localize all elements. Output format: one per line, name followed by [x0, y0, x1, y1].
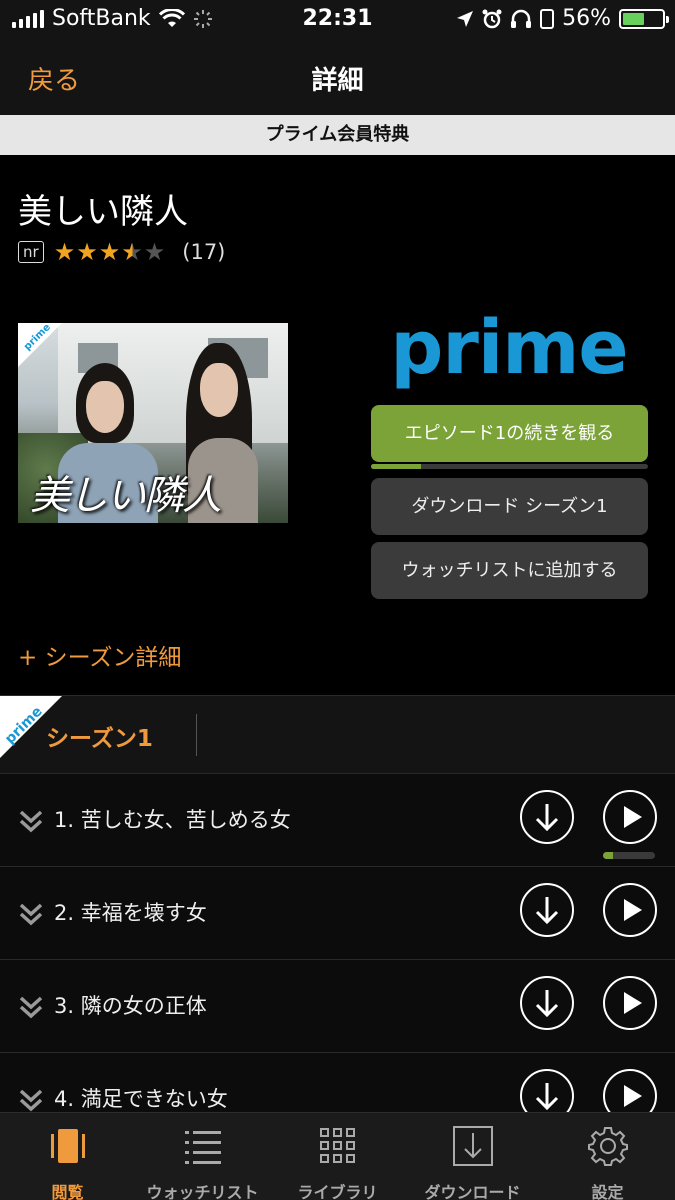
episode-title: 3. 隣の女の正体 — [54, 994, 207, 1018]
star-empty-icon: ★ — [143, 238, 167, 266]
season-tabs: prime シーズン1 — [0, 695, 675, 774]
episode-title: 4. 満足できない女 — [54, 1087, 228, 1111]
maturity-badge: nr — [18, 241, 44, 263]
download-arrow-icon — [535, 804, 559, 832]
episode-download-button[interactable] — [520, 976, 574, 1030]
episode-progress-bar — [603, 852, 655, 859]
watchlist-icon — [185, 1131, 221, 1164]
list-item[interactable]: 2. 幸福を壊す女 — [0, 867, 675, 960]
chevron-down-icon[interactable] — [18, 1087, 44, 1113]
thumbnail-title-art: 美しい隣人 — [30, 473, 222, 519]
download-season-button[interactable]: ダウンロード シーズン1 — [371, 478, 648, 535]
tab-label: 閲覧 — [51, 1183, 84, 1200]
star-icon: ★ — [98, 238, 122, 266]
episode-title: 2. 幸福を壊す女 — [54, 901, 207, 925]
star-rating: ★ ★ ★ ★ ★ — [54, 238, 167, 266]
battery-percent: 56% — [562, 6, 611, 31]
chevron-down-icon[interactable] — [18, 994, 44, 1020]
episode-play-button[interactable] — [603, 790, 657, 844]
show-thumbnail[interactable]: 美しい隣人 prime — [18, 323, 288, 523]
star-icon: ★ — [76, 238, 99, 266]
alarm-icon — [482, 9, 502, 28]
tab-settings[interactable]: 設定 — [540, 1113, 675, 1200]
play-icon — [624, 806, 642, 828]
page-title: 詳細 — [311, 66, 364, 96]
tab-label: ウォッチリスト — [146, 1183, 259, 1200]
location-icon — [457, 10, 474, 27]
gear-icon — [588, 1127, 628, 1166]
battery-icon — [619, 8, 669, 29]
tab-watchlist[interactable]: ウォッチリスト — [135, 1113, 270, 1200]
navigation-bar: 戻る 詳細 — [0, 40, 675, 115]
rating-row: nr ★ ★ ★ ★ ★ (17) — [18, 238, 225, 266]
download-icon — [453, 1126, 493, 1166]
star-half-icon: ★ — [121, 238, 144, 266]
browse-icon — [51, 1129, 85, 1163]
list-item[interactable]: 1. 苦しむ女、苦しめる女 — [0, 774, 675, 867]
episode-play-button[interactable] — [603, 976, 657, 1030]
season-tab-divider — [196, 714, 197, 756]
download-arrow-icon — [535, 990, 559, 1018]
tab-season-1[interactable]: シーズン1 — [46, 719, 153, 753]
add-to-watchlist-button[interactable]: ウォッチリストに追加する — [371, 542, 648, 599]
season-details-link[interactable]: + シーズン詳細 — [18, 638, 181, 672]
play-icon — [624, 992, 642, 1014]
library-grid-icon — [320, 1128, 355, 1163]
headphones-icon — [511, 9, 532, 28]
tab-downloads[interactable]: ダウンロード — [405, 1113, 540, 1200]
tab-library[interactable]: ライブラリ — [270, 1113, 405, 1200]
review-count: (17) — [182, 240, 226, 264]
star-icon: ★ — [53, 238, 77, 266]
episode-title: 1. 苦しむ女、苦しめる女 — [54, 808, 291, 832]
play-icon — [624, 899, 642, 921]
chevron-down-icon[interactable] — [18, 901, 44, 927]
tab-label: ライブラリ — [297, 1183, 378, 1200]
rotation-lock-icon — [540, 8, 555, 29]
watch-progress-bar — [371, 464, 648, 469]
episode-play-button[interactable] — [603, 883, 657, 937]
show-title: 美しい隣人 — [18, 192, 188, 232]
prime-member-banner: プライム会員特典 — [0, 115, 675, 155]
episode-download-button[interactable] — [520, 883, 574, 937]
status-bar: SoftBank 22:31 56% — [0, 0, 675, 40]
continue-watching-button[interactable]: エピソード1の続きを観る — [371, 405, 648, 462]
list-item[interactable]: 3. 隣の女の正体 — [0, 960, 675, 1053]
chevron-down-icon[interactable] — [18, 808, 44, 834]
tab-label: ダウンロード — [424, 1183, 521, 1200]
prime-logo: prime — [390, 305, 628, 391]
bottom-tab-bar: 閲覧 ウォッチリスト ライブラリ ダウンロード 設定 — [0, 1112, 675, 1200]
tab-browse[interactable]: 閲覧 — [0, 1113, 135, 1200]
download-arrow-icon — [535, 897, 559, 925]
tab-label: 設定 — [591, 1183, 624, 1200]
episode-download-button[interactable] — [520, 790, 574, 844]
